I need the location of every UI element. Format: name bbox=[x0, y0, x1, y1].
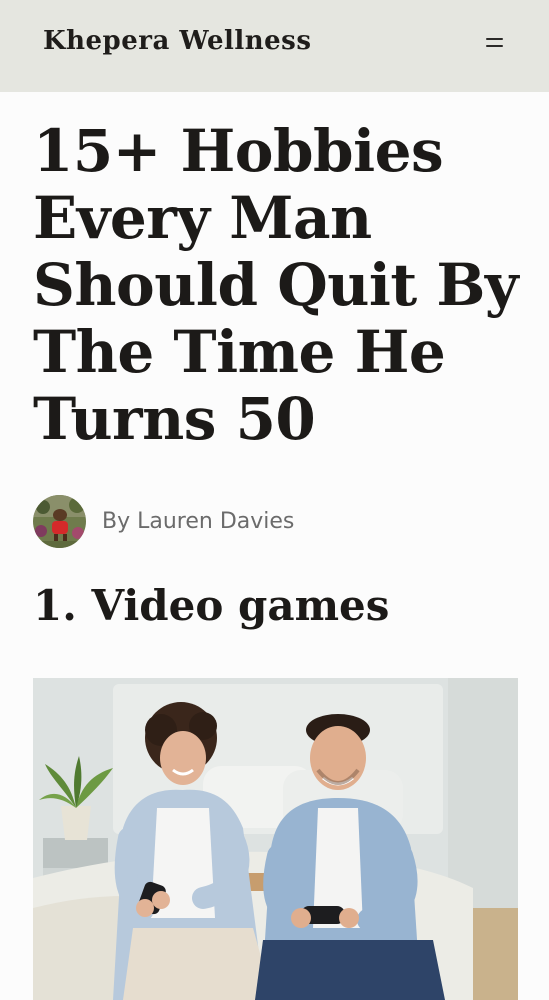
menu-line-top bbox=[486, 38, 503, 40]
byline: By Lauren Davies bbox=[33, 494, 294, 548]
site-header: Khepera Wellness bbox=[0, 0, 549, 92]
menu-line-bottom bbox=[486, 45, 503, 47]
section-heading: 1. Video games bbox=[33, 581, 390, 630]
author-avatar-image bbox=[33, 494, 86, 548]
article-hero-image bbox=[33, 678, 518, 1000]
hamburger-menu-icon[interactable] bbox=[480, 30, 510, 60]
author-byline[interactable]: By Lauren Davies bbox=[102, 509, 294, 534]
article-title: 15+ Hobbies Every Man Should Quit By The… bbox=[33, 117, 519, 453]
author-avatar[interactable] bbox=[33, 494, 86, 548]
couple-playing-video-games-photo bbox=[33, 678, 518, 1000]
site-title[interactable]: Khepera Wellness bbox=[43, 26, 311, 56]
